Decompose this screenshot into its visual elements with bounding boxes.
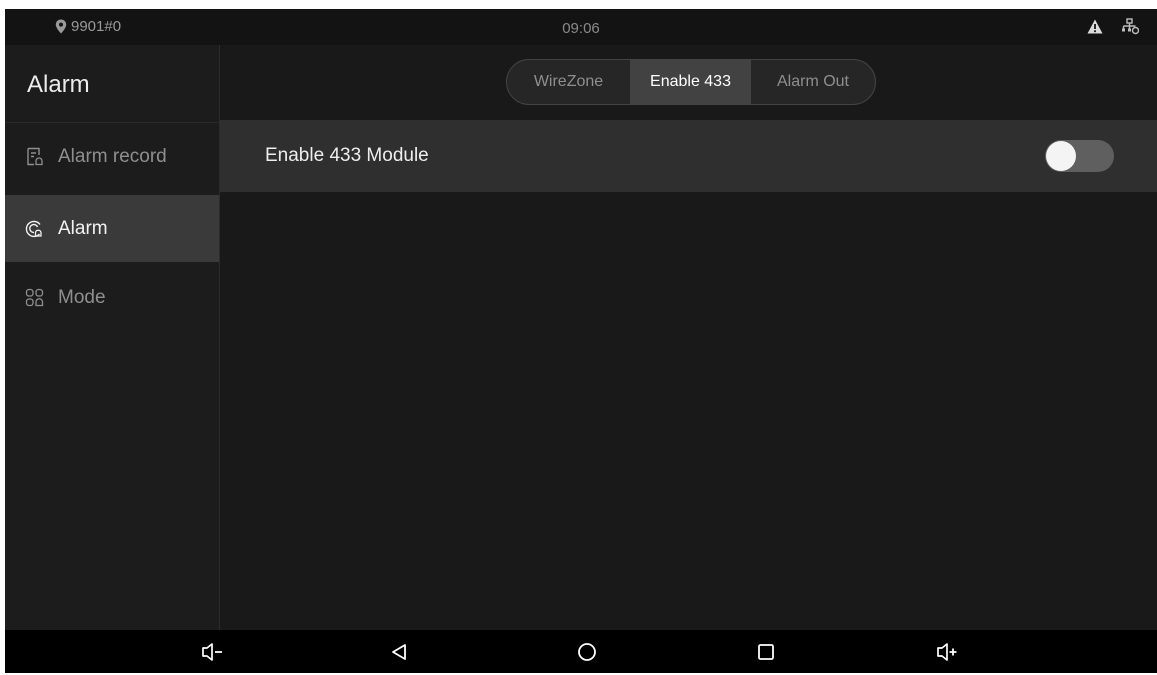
alarm-record-icon	[27, 147, 43, 166]
alarm-icon	[25, 220, 42, 238]
recents-button[interactable]	[752, 639, 780, 665]
sidebar-item-mode[interactable]: Mode	[5, 264, 219, 331]
navigation-bar	[5, 630, 1157, 673]
page-title: Alarm	[27, 71, 90, 98]
home-icon	[578, 643, 596, 661]
home-button[interactable]	[573, 639, 601, 665]
main-panel: WireZone Enable 433 Alarm Out Enable 433…	[220, 45, 1157, 630]
tab-wirezone[interactable]: WireZone	[507, 60, 630, 104]
enable-433-toggle[interactable]	[1045, 140, 1114, 172]
enable-433-label: Enable 433 Module	[265, 145, 429, 166]
network-icon	[1122, 18, 1139, 35]
mode-grid-icon	[25, 288, 44, 307]
sidebar-header: Alarm	[5, 45, 219, 123]
volume-up-icon	[937, 643, 957, 661]
status-clock: 09:06	[562, 20, 600, 37]
tab-enable-433[interactable]: Enable 433	[630, 60, 751, 104]
sidebar-item-alarm[interactable]: Alarm	[5, 195, 219, 262]
tab-alarm-out[interactable]: Alarm Out	[751, 60, 875, 104]
back-button[interactable]	[385, 639, 413, 665]
sidebar-item-label: Mode	[58, 286, 106, 308]
sidebar: Alarm Alarm record Alarm Mode	[5, 45, 219, 630]
tab-bar: WireZone Enable 433 Alarm Out	[506, 59, 876, 105]
sidebar-item-label: Alarm record	[58, 145, 167, 167]
back-icon	[392, 644, 406, 660]
recents-icon	[758, 644, 774, 660]
volume-down-icon	[202, 643, 222, 661]
volume-down-button[interactable]	[198, 639, 226, 665]
device-screen: 9901#0 09:06 Alarm Alarm record Alarm Mo…	[5, 9, 1157, 673]
setting-row-enable-433: Enable 433 Module	[220, 120, 1157, 192]
status-bar: 9901#0 09:06	[5, 9, 1157, 45]
warning-icon	[1087, 19, 1103, 34]
volume-up-button[interactable]	[933, 639, 961, 665]
sidebar-item-alarm-record[interactable]: Alarm record	[5, 123, 219, 190]
toggle-knob	[1046, 141, 1076, 171]
sidebar-item-label: Alarm	[58, 217, 108, 239]
